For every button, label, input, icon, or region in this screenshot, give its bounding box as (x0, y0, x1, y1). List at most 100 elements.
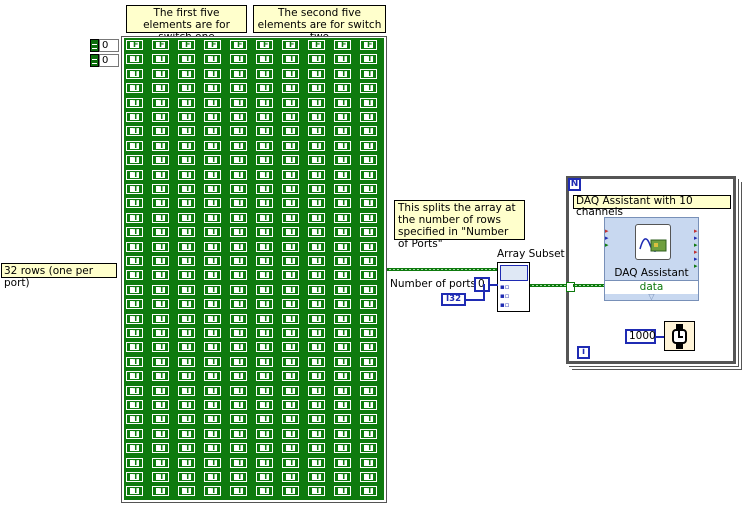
boolean-element[interactable] (152, 414, 169, 425)
boolean-element[interactable] (178, 68, 195, 79)
boolean-element[interactable] (178, 371, 195, 382)
boolean-element[interactable] (282, 472, 299, 482)
boolean-element[interactable] (334, 371, 351, 382)
array-row-index[interactable]: 0 (90, 39, 119, 52)
boolean-element[interactable] (204, 284, 221, 295)
boolean-element[interactable] (308, 198, 325, 209)
boolean-element[interactable] (126, 371, 143, 382)
boolean-element[interactable] (178, 241, 195, 252)
boolean-element[interactable] (230, 284, 247, 295)
boolean-element[interactable] (334, 328, 351, 338)
boolean-element[interactable] (230, 140, 247, 151)
boolean-element[interactable] (256, 486, 273, 497)
boolean-element[interactable] (152, 371, 169, 382)
boolean-element[interactable] (308, 457, 325, 468)
boolean-element[interactable] (360, 212, 377, 223)
boolean-element[interactable] (334, 414, 351, 425)
boolean-element[interactable] (126, 97, 143, 108)
boolean-element[interactable] (178, 313, 195, 324)
boolean-element[interactable] (308, 270, 325, 281)
boolean-element[interactable] (178, 40, 195, 50)
boolean-element[interactable] (308, 414, 325, 425)
boolean-element[interactable] (256, 241, 273, 252)
boolean-element[interactable] (230, 428, 247, 439)
boolean-element[interactable] (204, 342, 221, 353)
boolean-element[interactable] (152, 40, 169, 50)
boolean-element[interactable] (126, 112, 143, 122)
boolean-element[interactable] (178, 227, 195, 238)
boolean-element[interactable] (256, 443, 273, 454)
boolean-element[interactable] (230, 385, 247, 396)
boolean-element[interactable] (282, 241, 299, 252)
boolean-element[interactable] (256, 371, 273, 382)
boolean-element[interactable] (308, 112, 325, 122)
boolean-element[interactable] (152, 443, 169, 454)
boolean-element[interactable] (204, 241, 221, 252)
boolean-element[interactable] (282, 54, 299, 65)
boolean-element[interactable] (334, 155, 351, 166)
boolean-element[interactable] (308, 54, 325, 65)
boolean-element[interactable] (152, 486, 169, 497)
wire-array-to-subset[interactable] (387, 268, 498, 271)
boolean-element[interactable] (204, 414, 221, 425)
boolean-element[interactable] (152, 342, 169, 353)
boolean-element[interactable] (282, 97, 299, 108)
boolean-element[interactable] (256, 414, 273, 425)
boolean-element[interactable] (282, 443, 299, 454)
boolean-element[interactable] (204, 256, 221, 266)
boolean-element[interactable] (204, 112, 221, 122)
boolean-element[interactable] (230, 227, 247, 238)
boolean-element[interactable] (178, 198, 195, 209)
boolean-element[interactable] (282, 284, 299, 295)
boolean-element[interactable] (178, 54, 195, 65)
boolean-element[interactable] (308, 212, 325, 223)
boolean-array-constant[interactable] (124, 38, 384, 500)
boolean-element[interactable] (178, 472, 195, 482)
boolean-element[interactable] (308, 328, 325, 338)
boolean-element[interactable] (152, 328, 169, 338)
boolean-element[interactable] (126, 241, 143, 252)
boolean-element[interactable] (308, 299, 325, 310)
boolean-element[interactable] (178, 443, 195, 454)
boolean-element[interactable] (282, 299, 299, 310)
wire-subset-to-loop[interactable] (530, 284, 566, 287)
boolean-element[interactable] (204, 457, 221, 468)
boolean-element[interactable] (126, 68, 143, 79)
boolean-element[interactable] (178, 256, 195, 266)
boolean-element[interactable] (126, 299, 143, 310)
boolean-element[interactable] (178, 457, 195, 468)
boolean-element[interactable] (152, 284, 169, 295)
boolean-element[interactable] (360, 112, 377, 122)
boolean-element[interactable] (230, 40, 247, 50)
boolean-element[interactable] (282, 112, 299, 122)
boolean-element[interactable] (308, 313, 325, 324)
boolean-element[interactable] (230, 83, 247, 94)
boolean-element[interactable] (334, 342, 351, 353)
boolean-element[interactable] (152, 126, 169, 137)
boolean-element[interactable] (152, 54, 169, 65)
boolean-element[interactable] (308, 256, 325, 266)
boolean-element[interactable] (360, 97, 377, 108)
daq-assistant-node[interactable]: DAQ Assistant data ▽ (604, 217, 699, 301)
boolean-element[interactable] (152, 169, 169, 180)
boolean-element[interactable] (204, 472, 221, 482)
boolean-element[interactable] (334, 299, 351, 310)
boolean-element[interactable] (308, 184, 325, 194)
boolean-element[interactable] (204, 428, 221, 439)
boolean-element[interactable] (204, 169, 221, 180)
boolean-element[interactable] (334, 472, 351, 482)
boolean-element[interactable] (152, 83, 169, 94)
boolean-element[interactable] (334, 313, 351, 324)
boolean-element[interactable] (230, 472, 247, 482)
boolean-element[interactable] (360, 40, 377, 50)
boolean-element[interactable] (256, 83, 273, 94)
boolean-element[interactable] (178, 97, 195, 108)
boolean-element[interactable] (204, 54, 221, 65)
boolean-element[interactable] (360, 284, 377, 295)
boolean-element[interactable] (256, 472, 273, 482)
boolean-element[interactable] (178, 212, 195, 223)
boolean-element[interactable] (178, 284, 195, 295)
boolean-element[interactable] (308, 169, 325, 180)
boolean-element[interactable] (256, 126, 273, 137)
boolean-element[interactable] (178, 83, 195, 94)
